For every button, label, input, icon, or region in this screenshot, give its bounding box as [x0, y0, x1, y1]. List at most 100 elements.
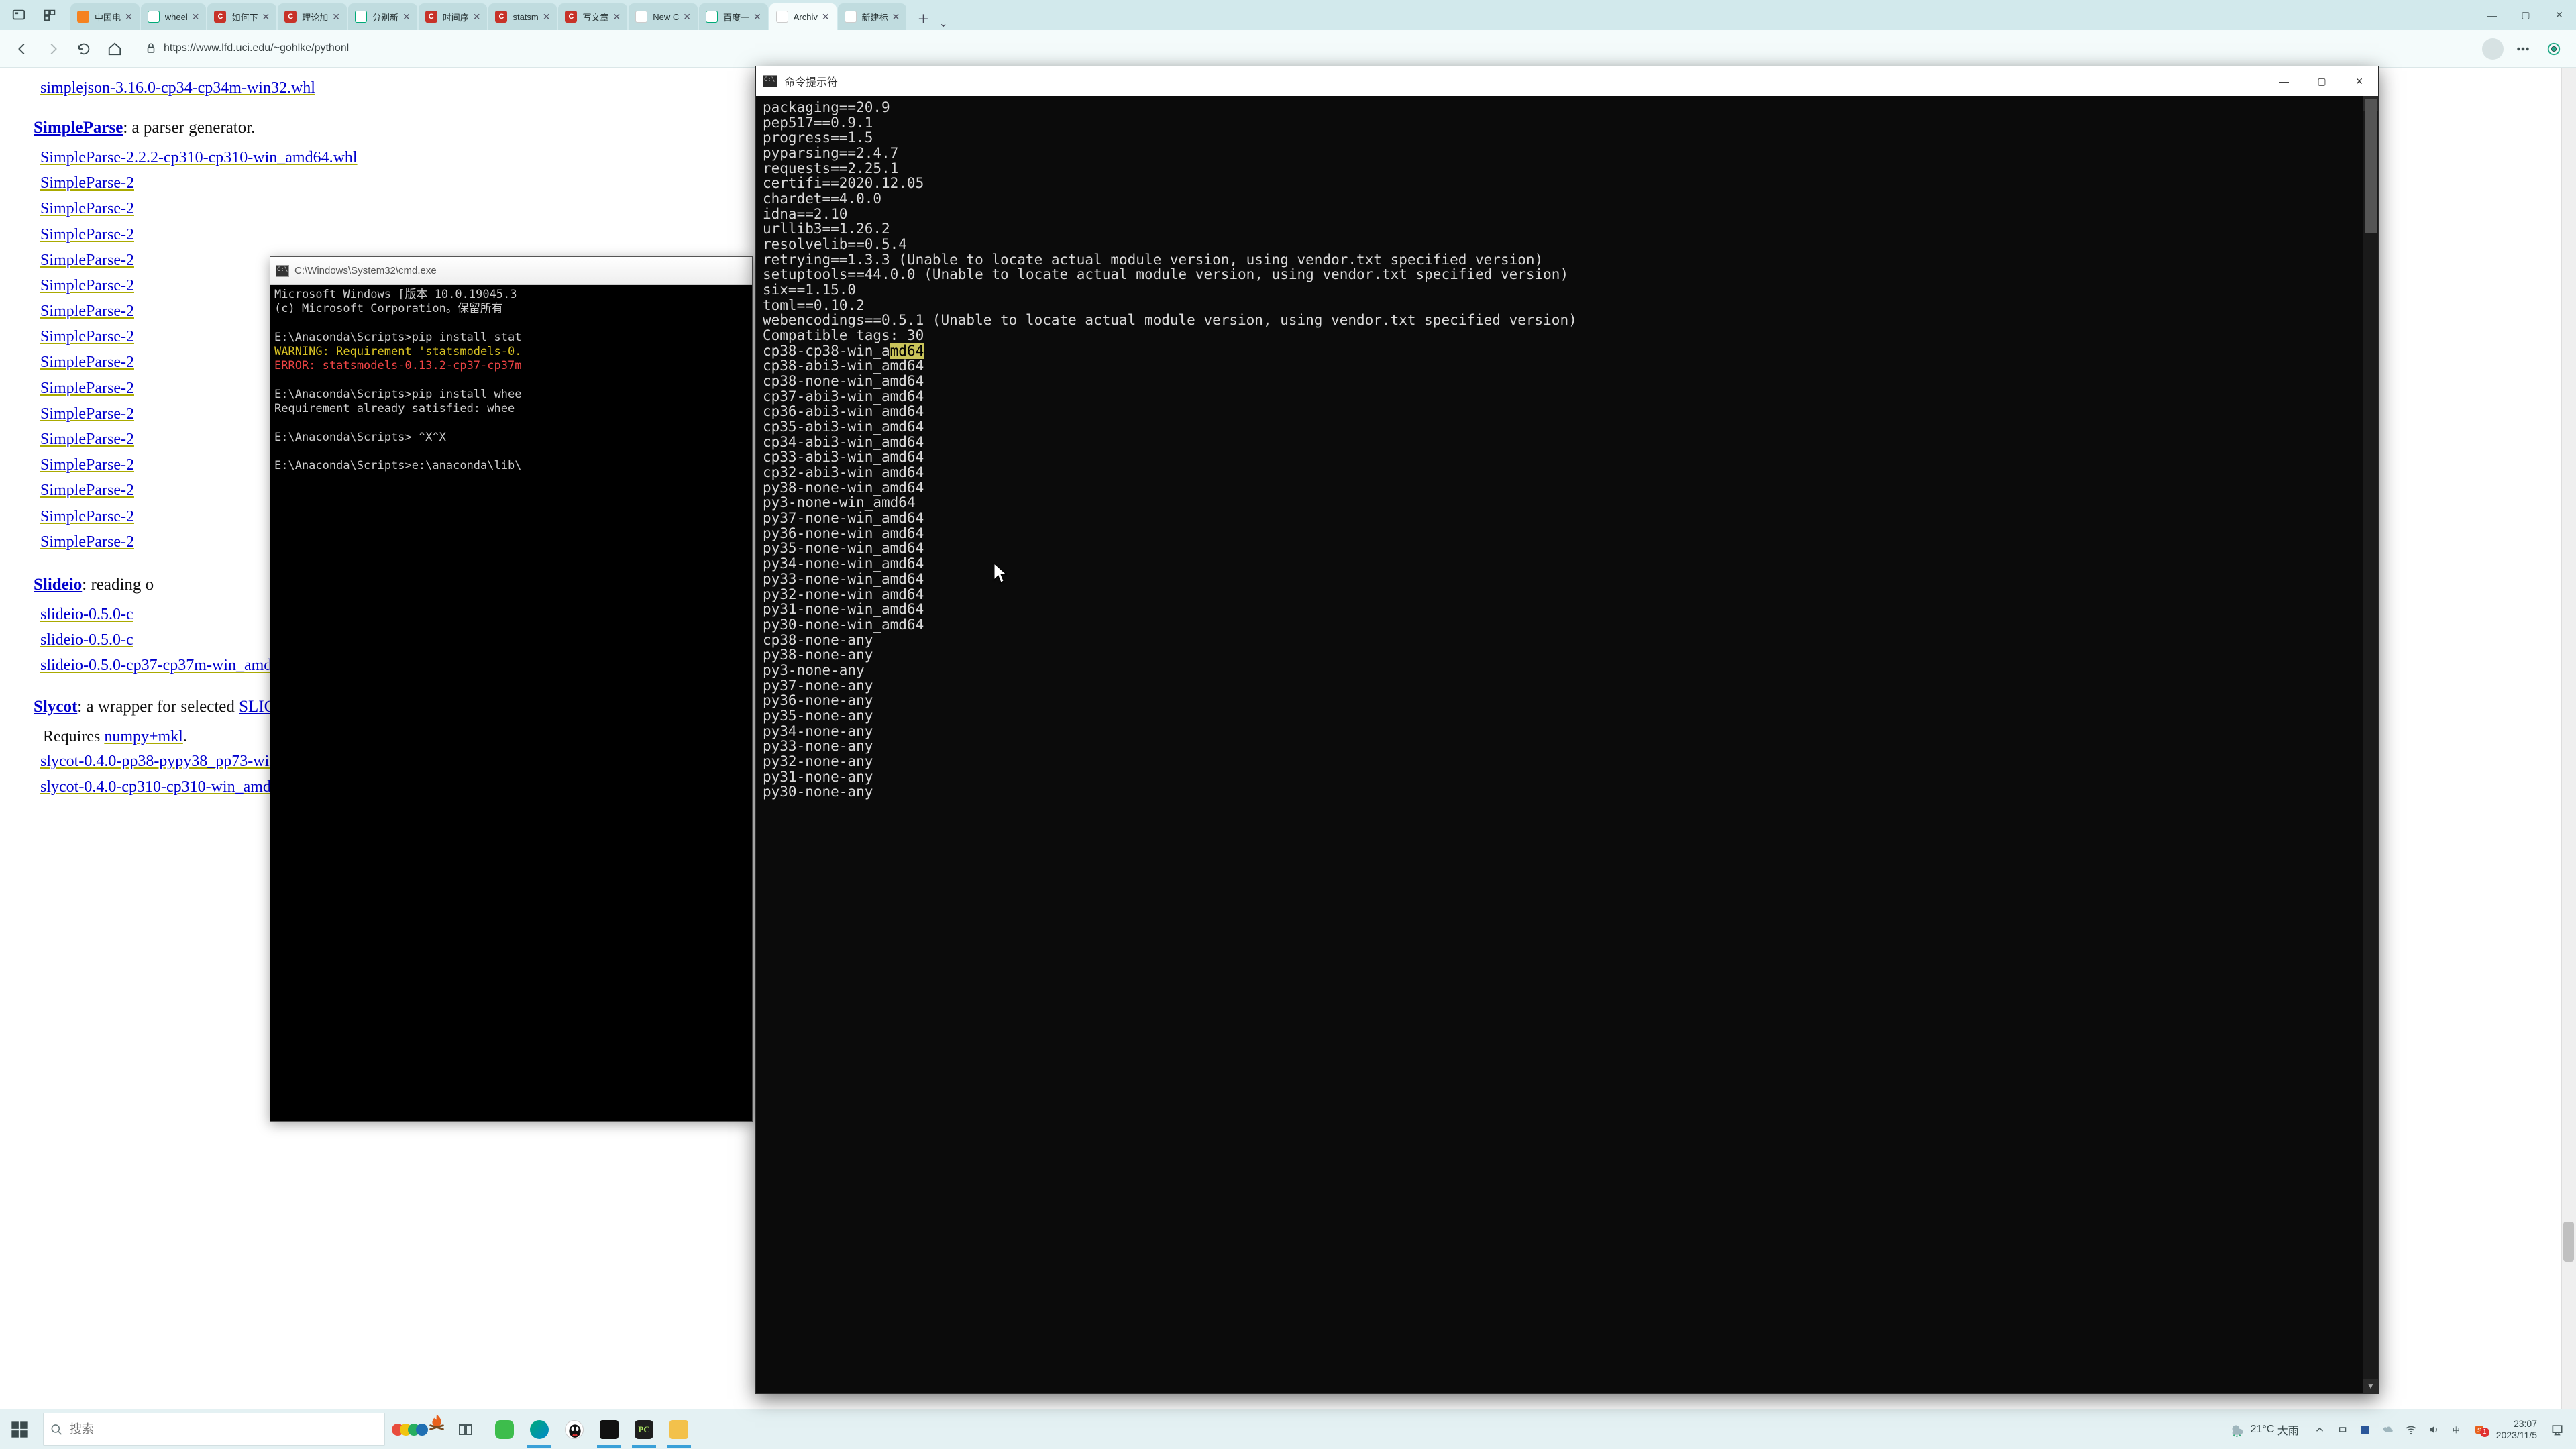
whl-link[interactable]: SimpleParse-2: [40, 354, 134, 371]
taskbar-clock[interactable]: 23:07 2023/11/5: [2496, 1418, 2537, 1440]
tab-close-icon[interactable]: ✕: [753, 11, 761, 23]
section-title-link[interactable]: Slycot: [34, 698, 77, 716]
tab-close-icon[interactable]: ✕: [683, 11, 691, 23]
tab-0[interactable]: 中国电✕: [70, 3, 140, 30]
tab-5[interactable]: C时间序✕: [419, 3, 488, 30]
app-cmd[interactable]: [592, 1409, 627, 1449]
tray-sogou[interactable]: S1: [2468, 1424, 2491, 1436]
tab-11[interactable]: 新建标✕: [838, 3, 907, 30]
tab-8[interactable]: New C✕: [629, 3, 698, 30]
copilot-button[interactable]: [2540, 36, 2567, 62]
whl-link[interactable]: SimpleParse-2: [40, 277, 134, 294]
tray-onedrive[interactable]: [2377, 1424, 2400, 1436]
tab-close-icon[interactable]: ✕: [262, 11, 270, 23]
whl-link[interactable]: SimpleParse-2: [40, 508, 134, 525]
action-center-button[interactable]: [2542, 1423, 2572, 1436]
tray-ime[interactable]: 中: [2445, 1424, 2468, 1436]
tab-7[interactable]: C写文章✕: [558, 3, 627, 30]
back-button[interactable]: [9, 36, 36, 62]
tab-close-icon[interactable]: ✕: [892, 11, 900, 23]
tab-6[interactable]: Cstatsm✕: [488, 3, 557, 30]
tab-close-icon[interactable]: ✕: [543, 11, 551, 23]
minimize-button[interactable]: —: [2475, 0, 2509, 30]
profile-avatar[interactable]: [2482, 38, 2504, 60]
whl-link[interactable]: SimpleParse-2: [40, 200, 134, 217]
workspaces-button[interactable]: [5, 3, 33, 28]
new-tab-button[interactable]: ＋: [912, 7, 934, 30]
news-bonfire-icon[interactable]: [424, 1409, 449, 1435]
app-edge[interactable]: [522, 1409, 557, 1449]
tray-safe-remove[interactable]: [2331, 1424, 2354, 1436]
cmd2-minimize[interactable]: —: [2265, 66, 2303, 96]
tab-9[interactable]: 百度一✕: [699, 3, 768, 30]
cmd2-titlebar[interactable]: 命令提示符 — ▢ ✕: [756, 66, 2378, 96]
page-scroll-thumb[interactable]: [2563, 1222, 2574, 1262]
whl-link[interactable]: slideio-0.5.0-c: [40, 631, 133, 649]
whl-link[interactable]: SimpleParse-2: [40, 303, 134, 320]
task-view-button[interactable]: [449, 1409, 482, 1449]
tab-1[interactable]: wheel✕: [141, 3, 207, 30]
tab-close-icon[interactable]: ✕: [125, 11, 133, 23]
whl-link[interactable]: SimpleParse-2: [40, 328, 134, 345]
start-button[interactable]: [0, 1409, 39, 1449]
tab-2[interactable]: C如何下✕: [207, 3, 276, 30]
tray-word[interactable]: [2354, 1424, 2377, 1436]
whl-link[interactable]: SimpleParse-2: [40, 252, 134, 269]
app-wechat[interactable]: [487, 1409, 522, 1449]
forward-button[interactable]: [40, 36, 66, 62]
app-qq[interactable]: [557, 1409, 592, 1449]
tab-close-icon[interactable]: ✕: [332, 11, 340, 23]
tab-close-icon[interactable]: ✕: [192, 11, 200, 23]
tab-close-icon[interactable]: ✕: [473, 11, 481, 23]
tab-overflow-button[interactable]: ⌄: [938, 17, 947, 30]
close-button[interactable]: ✕: [2542, 0, 2576, 30]
whl-link[interactable]: SimpleParse-2.2.2-cp310-cp310-win_amd64.…: [40, 149, 358, 166]
whl-link[interactable]: slideio-0.5.0-c: [40, 606, 133, 623]
whl-link[interactable]: SimpleParse-2: [40, 174, 134, 192]
maximize-button[interactable]: ▢: [2509, 0, 2542, 30]
cmd2-output[interactable]: packaging==20.9 pep517==0.9.1 progress==…: [756, 96, 2378, 804]
page-scrollbar[interactable]: [2561, 68, 2576, 1409]
app-explorer[interactable]: [661, 1409, 696, 1449]
tab-close-icon[interactable]: ✕: [613, 11, 621, 23]
section-title-link[interactable]: Slideio: [34, 576, 82, 594]
cmd2-scrollbar[interactable]: ▲ ▼: [2363, 96, 2378, 1393]
home-button[interactable]: [101, 36, 128, 62]
address-bar[interactable]: https://www.lfd.uci.edu/~gohlke/pythonl: [138, 36, 2470, 62]
cmd2-scroll-thumb[interactable]: [2365, 99, 2377, 233]
tray-volume[interactable]: [2422, 1424, 2445, 1436]
tab-actions-button[interactable]: [36, 3, 64, 28]
whl-link[interactable]: SimpleParse-2: [40, 533, 134, 551]
numpy-mkl-link[interactable]: numpy+mkl: [104, 728, 183, 745]
scroll-down-icon[interactable]: ▼: [2363, 1379, 2378, 1393]
whl-link[interactable]: SimpleParse-2: [40, 380, 134, 397]
tab-10-active[interactable]: Archiv✕: [769, 3, 837, 30]
taskbar-search-input[interactable]: [70, 1422, 378, 1436]
cmd2-maximize[interactable]: ▢: [2303, 66, 2341, 96]
whl-link[interactable]: SimpleParse-2: [40, 456, 134, 474]
weather-widget[interactable]: 21°C 大雨: [2228, 1421, 2299, 1438]
tab-close-icon[interactable]: ✕: [822, 11, 830, 23]
tray-overflow[interactable]: [2308, 1424, 2331, 1436]
browser-menu-button[interactable]: [2510, 36, 2536, 62]
page-icon: [845, 11, 857, 23]
cmd2-window[interactable]: 命令提示符 — ▢ ✕ packaging==20.9 pep517==0.9.…: [755, 66, 2379, 1394]
tab-close-icon[interactable]: ✕: [402, 11, 411, 23]
url-text: https://www.lfd.uci.edu/~gohlke/pythonl: [164, 42, 2463, 54]
whl-link[interactable]: SimpleParse-2: [40, 431, 134, 448]
tray-wifi[interactable]: [2400, 1424, 2422, 1436]
cmd1-window[interactable]: C:\Windows\System32\cmd.exe Microsoft Wi…: [270, 256, 753, 1122]
whl-link[interactable]: SimpleParse-2: [40, 405, 134, 423]
whl-link[interactable]: SimpleParse-2: [40, 226, 134, 244]
cmd2-close[interactable]: ✕: [2341, 66, 2378, 96]
section-title-link[interactable]: SimpleParse: [34, 119, 123, 137]
news-widget-badges[interactable]: [392, 1409, 424, 1449]
whl-link[interactable]: SimpleParse-2: [40, 482, 134, 499]
taskbar-search[interactable]: [43, 1413, 385, 1446]
tab-3[interactable]: C理论加✕: [278, 3, 347, 30]
cmd1-output[interactable]: Microsoft Windows [版本 10.0.19045.3 (c) M…: [270, 285, 752, 476]
cmd1-titlebar[interactable]: C:\Windows\System32\cmd.exe: [270, 257, 752, 285]
app-pycharm[interactable]: PC: [627, 1409, 661, 1449]
reload-button[interactable]: [70, 36, 97, 62]
tab-4[interactable]: 分别新✕: [348, 3, 417, 30]
